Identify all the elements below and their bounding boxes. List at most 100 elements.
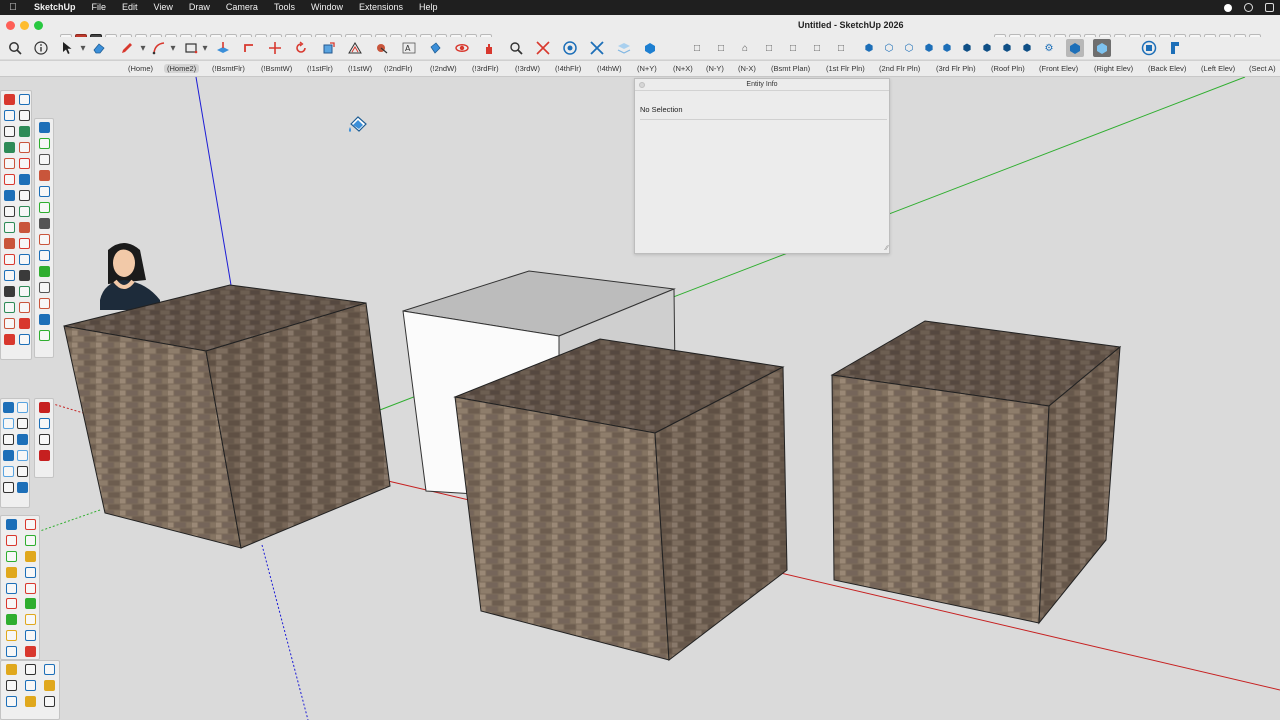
follow-me-tool-icon[interactable]	[17, 402, 28, 413]
cube-view-icon[interactable]: ⬢	[922, 39, 936, 57]
apple-icon[interactable]: 	[0, 2, 26, 13]
scene-tab[interactable]: (2nd Flr Pln)	[876, 64, 923, 73]
follow-me-tool-icon[interactable]	[24, 646, 36, 658]
section-plane-icon[interactable]	[1140, 39, 1158, 57]
zoom-extents-icon[interactable]	[534, 39, 552, 57]
rotated-rect-tool-icon[interactable]	[24, 582, 36, 594]
freehand-tool-icon[interactable]	[18, 126, 30, 137]
component-tool-icon[interactable]	[18, 94, 30, 105]
circle-tool-icon[interactable]	[5, 598, 17, 610]
arc-tool-icon[interactable]	[5, 614, 17, 626]
resize-grip-icon[interactable]: ∕∕	[886, 245, 888, 252]
paint-tool-icon[interactable]	[3, 110, 15, 121]
scene-tab[interactable]: (Right Elev)	[1091, 64, 1136, 73]
minimize-window-button[interactable]	[20, 21, 29, 30]
push-pull-tool-icon[interactable]	[39, 330, 50, 341]
offset-tool-icon[interactable]	[25, 664, 36, 675]
scene-tab[interactable]: (!BsmtW)	[258, 64, 295, 73]
look-around-tool-icon[interactable]	[24, 519, 36, 530]
chevron-down-icon[interactable]: ▾	[76, 39, 90, 57]
eraser-tool-icon[interactable]	[39, 170, 50, 181]
cube-view-icon[interactable]: ⬡	[882, 39, 896, 57]
rotate-tool-icon[interactable]	[3, 206, 15, 217]
rotated-rect-tool-icon[interactable]	[39, 234, 50, 245]
eraser-tool-icon[interactable]	[18, 110, 30, 121]
move-tool-icon[interactable]	[5, 630, 17, 642]
scene-tab[interactable]: (Roof Pln)	[988, 64, 1028, 73]
scene-tab[interactable]: (Home)	[125, 64, 156, 73]
orbit-tool-icon[interactable]	[3, 286, 15, 297]
dimension-tool-icon[interactable]	[18, 238, 30, 249]
select-tool-icon[interactable]	[3, 94, 15, 105]
cube-view-icon[interactable]: ⬢	[1000, 39, 1014, 57]
cube-view-icon[interactable]: ⬢	[940, 39, 954, 57]
scene-tab[interactable]: (!BsmtFlr)	[209, 64, 248, 73]
text-tool-icon[interactable]	[17, 450, 28, 461]
offset-tool-icon[interactable]	[17, 418, 28, 429]
dimension-tool-icon[interactable]	[17, 434, 28, 445]
chevron-down-icon[interactable]: ▾	[166, 39, 180, 57]
select-arrow-icon[interactable]	[58, 39, 76, 57]
scene-tab[interactable]: (N+X)	[670, 64, 696, 73]
orbit-icon[interactable]	[453, 39, 471, 57]
menu-edit[interactable]: Edit	[114, 0, 146, 15]
pie-tool-icon[interactable]	[18, 174, 30, 185]
circle-tool-icon[interactable]	[3, 158, 15, 169]
menu-file[interactable]: File	[84, 0, 115, 15]
walk-icon[interactable]	[561, 39, 579, 57]
zoom-tool-icon[interactable]	[39, 402, 50, 413]
arc-tool-icon[interactable]	[3, 174, 15, 185]
menu-view[interactable]: View	[146, 0, 181, 15]
polygon-tool-icon[interactable]	[24, 598, 36, 610]
select-tool-icon[interactable]	[5, 534, 17, 546]
component-tool-icon[interactable]	[39, 138, 50, 149]
scene-tab[interactable]: (3rd Flr Pln)	[933, 64, 979, 73]
circle-tool-icon[interactable]	[39, 250, 50, 261]
offset-tool-icon[interactable]	[18, 222, 30, 233]
scale-tool-icon[interactable]	[3, 418, 14, 429]
freehand-tool-icon[interactable]	[39, 202, 50, 213]
zoom-tool-icon[interactable]	[3, 302, 15, 313]
rotated-rect-tool-icon[interactable]	[18, 142, 30, 153]
axes-tool-icon[interactable]	[5, 696, 17, 707]
eraser-icon[interactable]	[90, 39, 108, 57]
chevron-down-icon[interactable]: ▾	[136, 39, 150, 57]
app-menu[interactable]: SketchUp	[26, 0, 84, 15]
cube-view-icon[interactable]: ⬢	[960, 39, 974, 57]
zoom-icon[interactable]	[507, 39, 525, 57]
view-icon[interactable]: □	[714, 39, 728, 57]
offset-icon[interactable]	[346, 39, 364, 57]
menu-help[interactable]: Help	[411, 0, 446, 15]
line-tool-icon[interactable]	[3, 126, 15, 137]
paint-tool-icon[interactable]	[39, 154, 50, 165]
menu-window[interactable]: Window	[303, 0, 351, 15]
protractor-tool-icon[interactable]	[3, 450, 14, 461]
view-icon[interactable]: □	[786, 39, 800, 57]
scene-tab[interactable]: (Sect A)	[1246, 64, 1279, 73]
scene-tab[interactable]: (!3rdFlr)	[469, 64, 502, 73]
tape-tool-icon[interactable]	[3, 238, 15, 249]
zoom-window-tool-icon[interactable]	[39, 418, 50, 429]
text-tool-icon[interactable]	[44, 680, 56, 691]
component-tool-icon[interactable]	[24, 534, 36, 546]
pan-tool-icon[interactable]	[18, 286, 30, 297]
scale-tool-icon[interactable]	[5, 664, 17, 675]
pan-tool-icon[interactable]	[17, 482, 28, 493]
zoom-extents-tool-icon[interactable]	[3, 318, 15, 329]
follow-me-icon[interactable]	[240, 39, 258, 57]
close-window-button[interactable]	[6, 21, 15, 30]
protractor-tool-icon[interactable]	[25, 680, 36, 691]
cube-view-icon[interactable]: ⬢	[862, 39, 876, 57]
scene-tab-active[interactable]: (Home2)	[164, 64, 200, 73]
record-icon[interactable]	[1224, 3, 1232, 12]
rotate-icon[interactable]	[292, 39, 310, 57]
section-display-icon[interactable]	[1166, 39, 1184, 57]
cube-component-icon[interactable]	[641, 39, 659, 57]
scene-tab[interactable]: (1st Flr Pln)	[823, 64, 868, 73]
scene-tab[interactable]: (N+Y)	[634, 64, 660, 73]
move-tool-icon[interactable]	[3, 190, 15, 201]
view-icon[interactable]: □	[810, 39, 824, 57]
freehand-tool-icon[interactable]	[24, 566, 36, 578]
position-camera-icon[interactable]	[588, 39, 606, 57]
scene-tab[interactable]: (Bsmt Plan)	[768, 64, 813, 73]
